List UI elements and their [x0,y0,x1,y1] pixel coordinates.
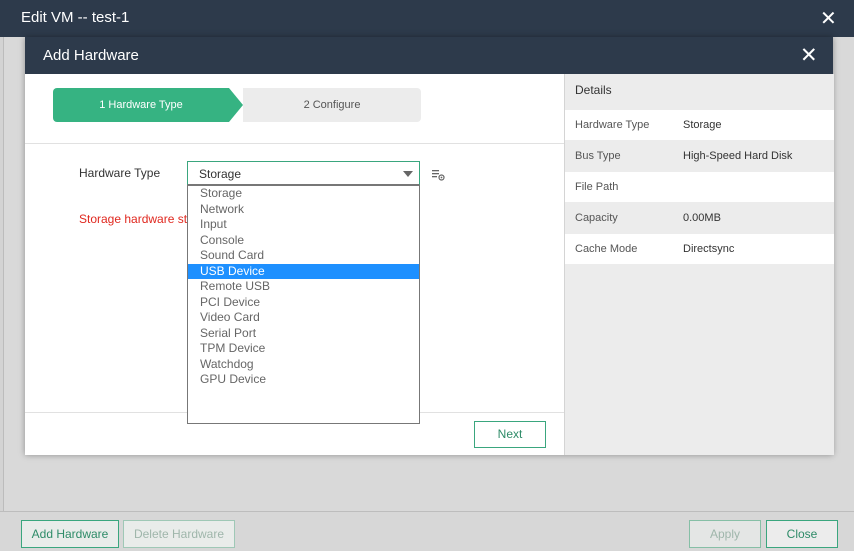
outer-close-icon[interactable]: ✕ [820,6,837,31]
detail-row-cache-mode: Cache Mode Directsync [565,234,834,264]
dropdown-option-console[interactable]: Console [188,233,419,248]
wizard-steps: 1 Hardware Type 2 Configure [53,88,421,122]
details-header: Details [565,74,834,108]
detail-row-hardware-type: Hardware Type Storage [565,110,834,140]
dropdown-option-watchdog[interactable]: Watchdog [188,357,419,372]
dropdown-option-tpm-device[interactable]: TPM Device [188,341,419,356]
detail-key: Bus Type [575,150,621,162]
detail-key: Capacity [575,212,618,224]
detail-value: High-Speed Hard Disk [683,150,793,162]
dialog-close-icon[interactable]: ✕ [800,43,818,68]
list-settings-icon[interactable] [431,168,445,182]
detail-row-bus-type: Bus Type High-Speed Hard Disk [565,141,834,171]
outer-footer: Add Hardware Delete Hardware Apply Close [0,511,854,551]
hardware-type-dropdown: Storage Network Input Console Sound Card… [187,185,420,424]
detail-key: File Path [575,181,619,193]
dialog-titlebar: Add Hardware ✕ [25,37,833,74]
hardware-type-value: Storage [199,167,242,181]
outer-titlebar: Edit VM -- test-1 ✕ [0,0,854,37]
outer-window-title: Edit VM -- test-1 [21,9,130,26]
detail-value: Directsync [683,243,735,255]
add-hardware-dialog: Add Hardware ✕ 1 Hardware Type 2 Configu… [25,37,834,455]
dialog-title: Add Hardware [43,47,139,64]
divider [25,143,564,144]
step-hardware-type[interactable]: 1 Hardware Type [53,88,229,122]
dropdown-option-network[interactable]: Network [188,202,419,217]
dropdown-option-sound-card[interactable]: Sound Card [188,248,419,263]
hardware-type-label: Hardware Type [79,166,161,180]
dropdown-option-storage[interactable]: Storage [188,186,419,201]
detail-value: 0.00MB [683,212,721,224]
details-title: Details [575,83,612,97]
hardware-type-select[interactable]: Storage [187,161,420,185]
dropdown-option-video-card[interactable]: Video Card [188,310,419,325]
add-hardware-button[interactable]: Add Hardware [21,520,119,548]
close-button[interactable]: Close [766,520,838,548]
hardware-form-pane: 1 Hardware Type 2 Configure Hardware Typ… [25,74,564,455]
delete-hardware-button[interactable]: Delete Hardware [123,520,235,548]
dropdown-option-input[interactable]: Input [188,217,419,232]
dropdown-option-serial-port[interactable]: Serial Port [188,326,419,341]
next-button[interactable]: Next [474,421,546,448]
dropdown-option-pci-device[interactable]: PCI Device [188,295,419,310]
detail-row-file-path: File Path [565,172,834,202]
dropdown-option-remote-usb[interactable]: Remote USB [188,279,419,294]
detail-key: Hardware Type [575,119,650,131]
step-configure[interactable]: 2 Configure [243,88,421,122]
apply-button[interactable]: Apply [689,520,761,548]
chevron-down-icon [403,171,413,177]
warning-message: Storage hardware sto [79,212,194,226]
details-pane: Details Hardware Type Storage Bus Type H… [564,74,834,455]
detail-key: Cache Mode [575,243,638,255]
step-arrow [229,88,243,122]
detail-value: Storage [683,119,722,131]
dropdown-option-gpu-device[interactable]: GPU Device [188,372,419,387]
dropdown-option-usb-device[interactable]: USB Device [188,263,419,279]
detail-row-capacity: Capacity 0.00MB [565,203,834,233]
